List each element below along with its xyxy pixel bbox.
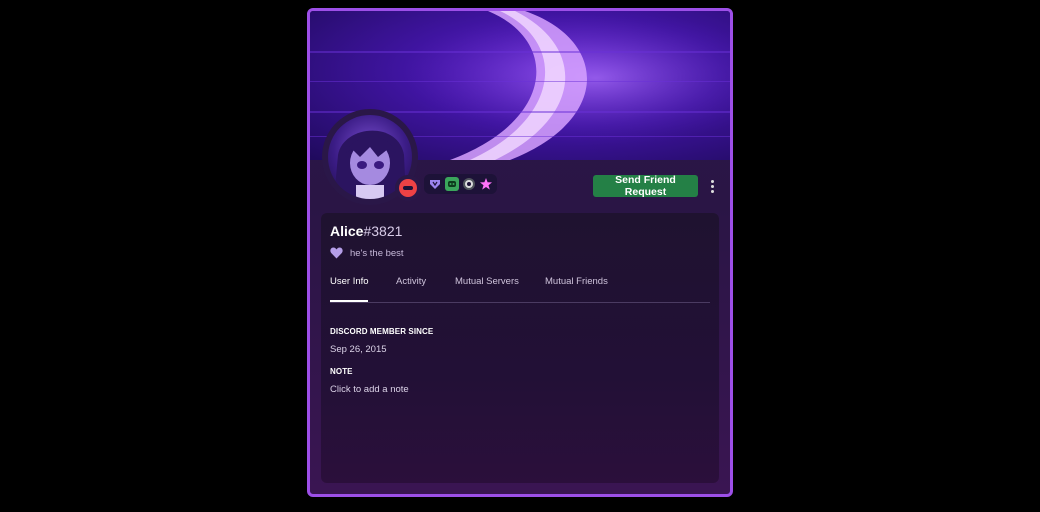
discriminator: #3821 [363, 223, 403, 239]
profile-body: Alice#3821 he's the best User Info Activ… [321, 213, 719, 483]
early-supporter-badge-icon[interactable] [479, 177, 493, 191]
profile-badges [424, 174, 497, 194]
hypesquad-badge-icon[interactable] [428, 177, 442, 191]
avatar-container[interactable] [322, 109, 421, 205]
send-friend-request-button[interactable]: Send Friend Request [593, 174, 698, 198]
purple-heart-icon [330, 247, 343, 259]
boost-badge-icon[interactable] [462, 177, 476, 191]
custom-status-text: he's the best [350, 247, 404, 259]
do-not-disturb-icon [399, 179, 417, 197]
username-line: Alice#3821 [330, 223, 402, 239]
custom-status: he's the best [330, 247, 404, 259]
username: Alice [330, 223, 364, 239]
note-input[interactable]: Click to add a note [330, 384, 409, 395]
active-tab-indicator [330, 300, 368, 302]
nitro-badge-icon[interactable] [445, 177, 459, 191]
tab-user-info[interactable]: User Info [330, 276, 369, 287]
tab-mutual-friends[interactable]: Mutual Friends [545, 276, 608, 287]
member-since-heading: DISCORD MEMBER SINCE [330, 327, 434, 336]
profile-tabs: User Info Activity Mutual Servers Mutual… [330, 269, 710, 303]
more-options-icon[interactable] [704, 175, 720, 197]
member-since-value: Sep 26, 2015 [330, 344, 387, 355]
presence-status [395, 175, 421, 201]
tab-mutual-servers[interactable]: Mutual Servers [455, 276, 519, 287]
tab-activity[interactable]: Activity [396, 276, 426, 287]
user-profile-popout: Send Friend Request Alice#3821 he's the … [307, 8, 733, 497]
note-heading: NOTE [330, 367, 353, 376]
